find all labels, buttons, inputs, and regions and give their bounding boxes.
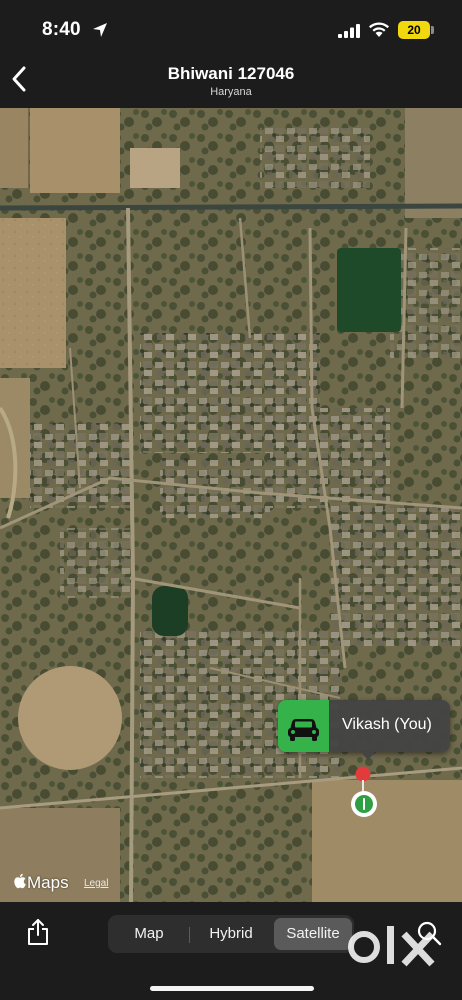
- user-location-marker[interactable]: [351, 791, 377, 817]
- satellite-map[interactable]: [0, 108, 462, 902]
- map-type-hybrid[interactable]: Hybrid: [190, 918, 272, 950]
- legal-link[interactable]: Legal: [84, 878, 108, 889]
- apple-logo-icon: [14, 873, 26, 889]
- callout-pointer: [360, 751, 376, 760]
- car-icon: [288, 719, 319, 741]
- cellular-signal-icon: [338, 24, 360, 38]
- page-subtitle: Haryana: [210, 86, 252, 98]
- page-title: Bhiwani 127046: [167, 64, 295, 83]
- top-bar: 8:40 20 Bhiwani 127046 Haryana: [0, 0, 462, 108]
- header-title-block: Bhiwani 127046 Haryana: [0, 64, 462, 99]
- status-time: 8:40: [42, 19, 81, 40]
- location-arrow-icon: [93, 23, 107, 37]
- home-indicator: [150, 986, 314, 991]
- map-type-map[interactable]: Map: [110, 918, 188, 950]
- map-type-segmented-control: Map Hybrid Satellite: [108, 915, 354, 953]
- user-location-callout[interactable]: Vikash (You): [278, 700, 450, 752]
- bottom-toolbar: Map Hybrid Satellite: [0, 902, 462, 1000]
- map-type-satellite[interactable]: Satellite: [274, 918, 352, 950]
- user-marker-dot: [355, 795, 373, 813]
- olx-watermark-logo: [348, 926, 435, 967]
- location-pin-icon[interactable]: [355, 766, 371, 792]
- status-bar: 8:40 20: [0, 0, 462, 58]
- car-icon-tile: [278, 700, 329, 752]
- wifi-icon: [369, 22, 389, 37]
- share-icon[interactable]: [26, 918, 50, 946]
- maps-attribution: Maps: [27, 873, 69, 892]
- user-marker-bar: [363, 798, 365, 810]
- satellite-imagery: [0, 108, 462, 902]
- user-location-label: Vikash (You): [342, 716, 432, 733]
- battery-tip: [431, 26, 434, 34]
- battery-indicator: 20: [398, 21, 430, 39]
